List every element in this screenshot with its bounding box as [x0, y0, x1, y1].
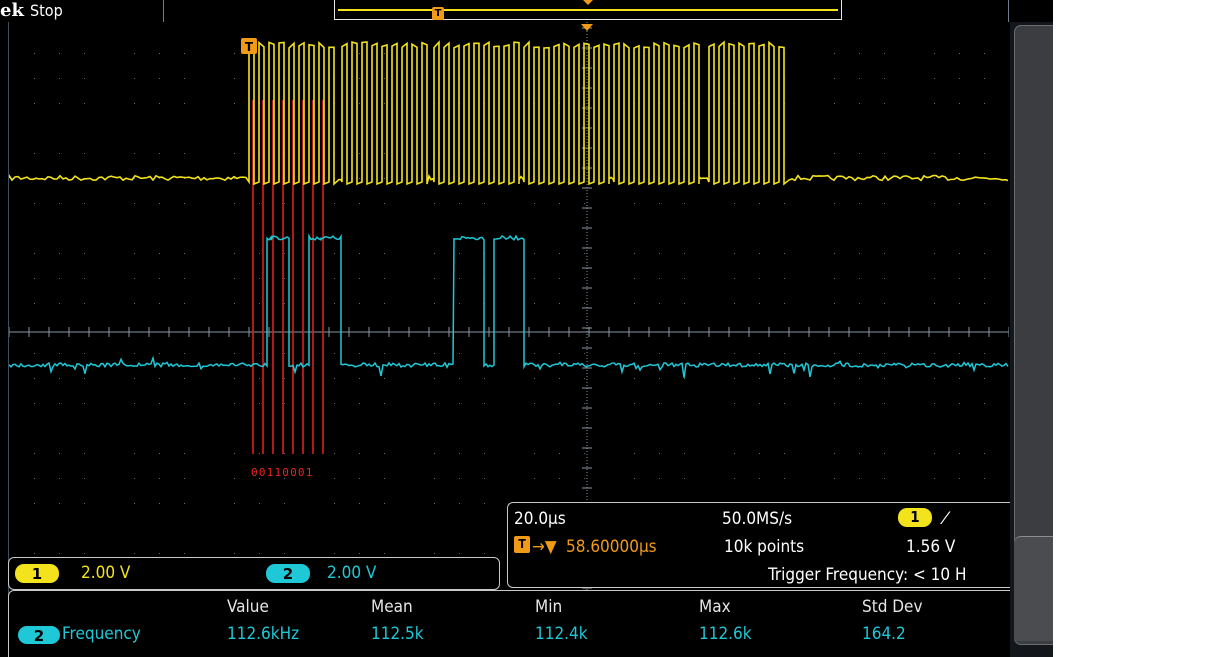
trigger-source-badge: 1 — [898, 508, 932, 527]
top-status-bar: ek Stop T — [0, 0, 1053, 22]
column-header-mean: Mean — [371, 597, 413, 617]
ch2-number: 2 — [282, 565, 294, 583]
svg-text:T: T — [245, 40, 254, 54]
measurement-std-dev: 164.2 — [862, 624, 906, 644]
measurement-value: 112.6kHz — [227, 624, 300, 644]
sample-rate: 50.0MS/s — [722, 509, 793, 529]
trigger-marker-icon: T — [241, 38, 257, 54]
measurement-max: 112.6k — [699, 624, 752, 644]
measurement-min: 112.4k — [535, 624, 588, 644]
measurement-mean: 112.5k — [371, 624, 424, 644]
record-view-waveform — [338, 9, 838, 11]
trigger-arrow-icon: T — [514, 536, 530, 553]
trigger-arrow-glyph: →▼ — [532, 537, 557, 557]
rising-edge-icon: ⁄ — [944, 509, 947, 529]
measurement-table[interactable]: Value Mean Min Max Std Dev 2 Frequency 1… — [8, 590, 1011, 657]
horizontal-trigger-readout[interactable]: 20.0µs 50.0MS/s 1 ⁄ T →▼ 58.60000µs 10k … — [507, 502, 1012, 588]
ch2-waveform — [9, 233, 1009, 378]
brand-logo: ek — [0, 0, 24, 21]
column-header-min: Min — [535, 597, 563, 617]
measurement-channel-badge: 2 — [18, 626, 60, 645]
trigger-level: 1.56 V — [906, 537, 956, 557]
record-window-marker-icon — [583, 0, 593, 5]
ch1-badge[interactable]: 1 — [15, 564, 59, 583]
column-header-value: Value — [227, 597, 269, 617]
column-header-max: Max — [699, 597, 731, 617]
top-bar-divider — [163, 0, 164, 22]
time-per-division: 20.0µs — [514, 509, 566, 529]
top-bar-divider — [1008, 0, 1009, 22]
ch2-scale: 2.00 V — [327, 563, 377, 583]
record-trigger-icon: T — [432, 7, 444, 20]
ch2-badge[interactable]: 2 — [266, 564, 310, 583]
trigger-position: 58.60000µs — [566, 537, 657, 557]
measurement-name[interactable]: Frequency — [62, 623, 141, 645]
column-header-std-dev: Std Dev — [862, 597, 923, 617]
ch1-number: 1 — [31, 565, 43, 583]
measurement-channel-number: 2 — [33, 627, 45, 645]
run-state[interactable]: Stop — [30, 0, 63, 22]
side-menu-panel — [1010, 22, 1053, 657]
ch1-waveform — [9, 40, 1009, 186]
vertical-scale-readout[interactable]: 1 2.00 V 2 2.00 V — [8, 557, 500, 590]
record-length: 10k points — [724, 537, 805, 557]
decode-bits: 00110001 — [251, 466, 314, 479]
ch1-scale: 2.00 V — [81, 563, 131, 583]
side-menu-scroll-handle[interactable] — [1014, 536, 1053, 641]
trigger-frequency: Trigger Frequency: < 10 H — [768, 565, 967, 585]
oscilloscope-display: ek Stop T 00110001 T 20.0µs 50.0MS/s 1 ⁄ … — [0, 0, 1053, 657]
